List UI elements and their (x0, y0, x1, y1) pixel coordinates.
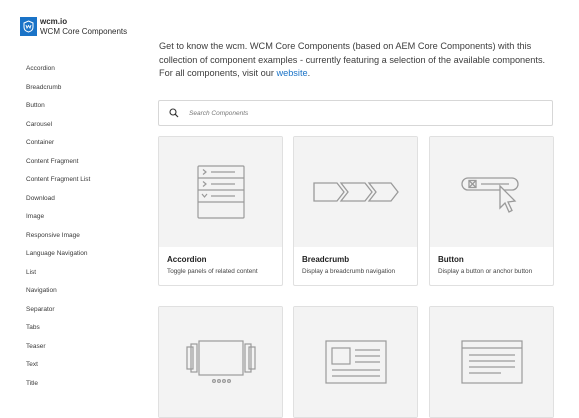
card-description: Toggle panels of related content (167, 268, 258, 275)
search-icon (169, 108, 179, 118)
card-thumbnail (294, 137, 417, 247)
component-card-carousel[interactable] (158, 306, 283, 418)
accordion-icon (196, 165, 245, 219)
card-thumbnail (159, 307, 282, 417)
card-description: Display a button or anchor button (438, 268, 533, 275)
component-card-breadcrumb[interactable]: Breadcrumb Display a breadcrumb navigati… (293, 136, 418, 286)
sidebar-item-text[interactable]: Text (26, 360, 136, 379)
container-icon (324, 340, 387, 384)
sidebar-item-download[interactable]: Download (26, 194, 136, 213)
intro-section: Get to know the wcm. WCM Core Components… (159, 40, 554, 81)
sidebar-item-content-fragment[interactable]: Content Fragment (26, 157, 136, 176)
logo-subtitle: WCM Core Components (40, 27, 128, 36)
sidebar-item-language-navigation[interactable]: Language Navigation (26, 249, 136, 268)
card-description: Display a breadcrumb navigation (302, 268, 396, 275)
logo[interactable]: wcm.io WCM Core Components (20, 17, 127, 37)
sidebar-item-breadcrumb[interactable]: Breadcrumb (26, 83, 136, 102)
carousel-icon (185, 340, 256, 383)
component-card-button[interactable]: Button Display a button or anchor button (429, 136, 554, 286)
sidebar-nav: Accordion Breadcrumb Button Carousel Con… (26, 64, 136, 397)
button-cursor-icon (460, 177, 519, 213)
intro-body: Get to know the wcm. WCM Core Components… (159, 41, 546, 78)
card-thumbnail (159, 137, 282, 247)
sidebar-item-carousel[interactable]: Carousel (26, 120, 136, 139)
sidebar-item-list[interactable]: List (26, 268, 136, 287)
sidebar-item-button[interactable]: Button (26, 101, 136, 120)
website-link[interactable]: website (276, 68, 307, 78)
sidebar-item-image[interactable]: Image (26, 212, 136, 231)
sidebar-item-tabs[interactable]: Tabs (26, 323, 136, 342)
sidebar-item-separator[interactable]: Separator (26, 305, 136, 324)
sidebar-item-title[interactable]: Title (26, 379, 136, 398)
component-card-content-fragment[interactable] (429, 306, 554, 418)
search-bar (158, 100, 553, 126)
card-title: Breadcrumb (302, 255, 350, 264)
card-thumbnail (294, 307, 417, 417)
card-thumbnail (430, 307, 553, 417)
intro-suffix: . (307, 68, 311, 78)
intro-text: Get to know the wcm. WCM Core Components… (159, 40, 554, 81)
sidebar-item-accordion[interactable]: Accordion (26, 64, 136, 83)
content-fragment-icon (460, 340, 523, 384)
search-input[interactable] (187, 108, 552, 118)
card-title: Accordion (167, 255, 207, 264)
sidebar-item-teaser[interactable]: Teaser (26, 342, 136, 361)
sidebar-item-container[interactable]: Container (26, 138, 136, 157)
sidebar-item-content-fragment-list[interactable]: Content Fragment List (26, 175, 136, 194)
component-card-accordion[interactable]: Accordion Toggle panels of related conte… (158, 136, 283, 286)
card-title: Button (438, 255, 464, 264)
sidebar-item-navigation[interactable]: Navigation (26, 286, 136, 305)
sidebar-item-responsive-image[interactable]: Responsive Image (26, 231, 136, 250)
wcm-logo-icon (20, 17, 37, 36)
component-card-container[interactable] (293, 306, 418, 418)
card-thumbnail (430, 137, 553, 247)
breadcrumb-icon (312, 182, 399, 202)
logo-brand: wcm.io (40, 17, 68, 26)
